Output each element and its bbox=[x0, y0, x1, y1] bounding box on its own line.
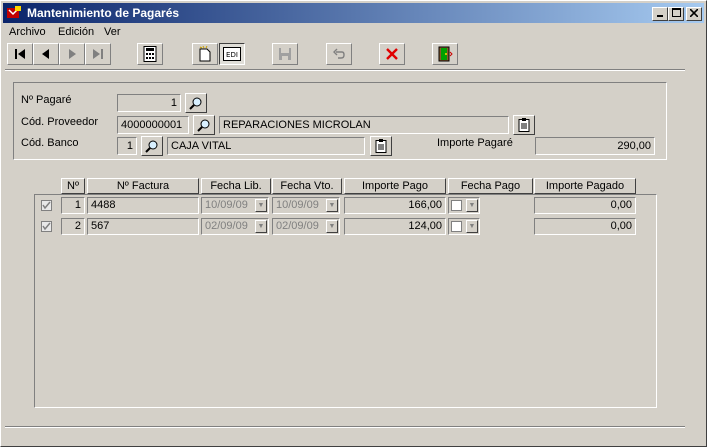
row-1-checkbox[interactable] bbox=[41, 200, 52, 211]
first-record-icon bbox=[15, 49, 25, 59]
delete-button[interactable] bbox=[379, 43, 405, 65]
row-2-fecha-vto[interactable]: 02/09/09 ▼ bbox=[272, 218, 340, 235]
delete-icon bbox=[386, 48, 398, 60]
row-2-checkbox[interactable] bbox=[41, 221, 52, 232]
proveedor-detail-button[interactable] bbox=[513, 115, 535, 135]
row-1-fecha-lib-value: 10/09/09 bbox=[205, 199, 248, 211]
column-header-factura[interactable]: Nº Factura bbox=[87, 178, 199, 194]
exit-button[interactable] bbox=[432, 43, 458, 65]
maximize-button[interactable] bbox=[668, 7, 684, 21]
row-1-importe-pagado[interactable]: 0,00 bbox=[534, 197, 636, 214]
search-icon bbox=[145, 140, 158, 153]
row-1-fecha-vto[interactable]: 10/09/09 ▼ bbox=[272, 197, 340, 214]
window-title: Mantenimiento de Pagarés bbox=[27, 6, 180, 20]
proveedor-label: Cód. Proveedor bbox=[21, 116, 99, 128]
clipboard-icon bbox=[518, 118, 530, 132]
row-1-fecha-pago[interactable]: ▼ bbox=[448, 197, 480, 214]
row-1-fecha-pago-dropdown[interactable]: ▼ bbox=[466, 199, 478, 212]
column-header-fecha-vto[interactable]: Fecha Vto. bbox=[272, 178, 342, 194]
undo-button[interactable] bbox=[326, 43, 352, 65]
banco-label: Cód. Banco bbox=[21, 137, 79, 149]
row-2-fecha-pago-checkbox[interactable] bbox=[451, 221, 462, 232]
row-1-fecha-vto-value: 10/09/09 bbox=[276, 199, 319, 211]
importe-pagare-field: 290,00 bbox=[535, 137, 655, 155]
exit-icon bbox=[438, 46, 453, 62]
banco-detail-button[interactable] bbox=[370, 136, 392, 156]
banco-code-field[interactable]: 1 bbox=[117, 137, 137, 155]
minimize-button[interactable] bbox=[652, 7, 668, 21]
calculator-icon bbox=[143, 46, 157, 62]
row-2-fecha-pago[interactable]: ▼ bbox=[448, 218, 480, 235]
next-record-button[interactable] bbox=[59, 43, 85, 65]
check-icon bbox=[42, 222, 51, 231]
importe-pagare-label: Importe Pagaré bbox=[437, 137, 513, 149]
application-window: Mantenimiento de Pagarés Archivo Edición… bbox=[0, 0, 707, 447]
row-1-n: 1 bbox=[61, 197, 85, 214]
row-1-importe-pago[interactable]: 166,00 bbox=[344, 197, 446, 214]
row-1-fecha-lib[interactable]: 10/09/09 ▼ bbox=[201, 197, 269, 214]
close-button[interactable] bbox=[686, 7, 702, 21]
previous-record-icon bbox=[42, 49, 49, 59]
proveedor-search-button[interactable] bbox=[193, 115, 215, 135]
row-1-factura[interactable]: 4488 bbox=[87, 197, 199, 214]
row-2-n: 2 bbox=[61, 218, 85, 235]
minimize-icon bbox=[657, 15, 663, 17]
menu-edicion[interactable]: Edición bbox=[58, 26, 94, 38]
clipboard-icon bbox=[375, 139, 387, 153]
last-record-button[interactable] bbox=[85, 43, 111, 65]
calculator-button[interactable] bbox=[137, 43, 163, 65]
save-button[interactable] bbox=[272, 43, 298, 65]
column-header-importe-pago[interactable]: Importe Pago bbox=[344, 178, 446, 194]
pagare-search-button[interactable] bbox=[185, 93, 207, 113]
row-2-fecha-vto-dropdown[interactable]: ▼ bbox=[326, 220, 338, 233]
previous-record-button[interactable] bbox=[33, 43, 59, 65]
proveedor-name-field: REPARACIONES MICROLAN bbox=[219, 116, 509, 134]
row-2-fecha-lib-dropdown[interactable]: ▼ bbox=[255, 220, 267, 233]
title-bar[interactable]: Mantenimiento de Pagarés bbox=[3, 3, 704, 23]
menu-ver[interactable]: Ver bbox=[104, 26, 121, 38]
toolbar: EDI bbox=[3, 41, 704, 69]
edit-record-icon: EDI bbox=[223, 47, 241, 61]
save-icon bbox=[279, 48, 291, 60]
new-record-icon bbox=[199, 46, 211, 62]
app-icon bbox=[7, 6, 21, 18]
toolbar-separator bbox=[5, 69, 685, 71]
column-header-importe-pagado[interactable]: Importe Pagado bbox=[534, 178, 636, 194]
row-2-fecha-vto-value: 02/09/09 bbox=[276, 220, 319, 232]
search-icon bbox=[197, 119, 210, 132]
check-icon bbox=[42, 201, 51, 210]
svg-text:EDI: EDI bbox=[226, 51, 238, 59]
row-1-fecha-pago-checkbox[interactable] bbox=[451, 200, 462, 211]
pagare-number-field[interactable]: 1 bbox=[117, 94, 181, 112]
edit-record-button[interactable]: EDI bbox=[219, 43, 245, 65]
search-icon bbox=[189, 97, 202, 110]
row-2-fecha-lib-value: 02/09/09 bbox=[205, 220, 248, 232]
next-record-icon bbox=[69, 49, 76, 59]
row-2-importe-pagado[interactable]: 0,00 bbox=[534, 218, 636, 235]
row-1-fecha-vto-dropdown[interactable]: ▼ bbox=[326, 199, 338, 212]
pagare-label: Nº Pagaré bbox=[21, 94, 72, 106]
column-header-fecha-lib[interactable]: Fecha Lib. bbox=[201, 178, 271, 194]
maximize-icon bbox=[671, 8, 681, 17]
banco-name-field: CAJA VITAL bbox=[167, 137, 365, 155]
first-record-button[interactable] bbox=[7, 43, 33, 65]
row-1-fecha-lib-dropdown[interactable]: ▼ bbox=[255, 199, 267, 212]
status-separator bbox=[5, 426, 685, 428]
last-record-icon bbox=[93, 49, 103, 59]
menu-archivo[interactable]: Archivo bbox=[9, 26, 46, 38]
row-2-fecha-pago-dropdown[interactable]: ▼ bbox=[466, 220, 478, 233]
row-2-fecha-lib[interactable]: 02/09/09 ▼ bbox=[201, 218, 269, 235]
proveedor-code-field[interactable]: 4000000001 bbox=[117, 116, 189, 134]
banco-search-button[interactable] bbox=[141, 136, 163, 156]
column-header-fecha-pago[interactable]: Fecha Pago bbox=[448, 178, 533, 194]
close-icon bbox=[689, 8, 699, 18]
new-record-button[interactable] bbox=[192, 43, 218, 65]
row-2-importe-pago[interactable]: 124,00 bbox=[344, 218, 446, 235]
undo-icon bbox=[333, 48, 345, 59]
row-2-factura[interactable]: 567 bbox=[87, 218, 199, 235]
column-header-n[interactable]: Nº bbox=[61, 178, 85, 194]
